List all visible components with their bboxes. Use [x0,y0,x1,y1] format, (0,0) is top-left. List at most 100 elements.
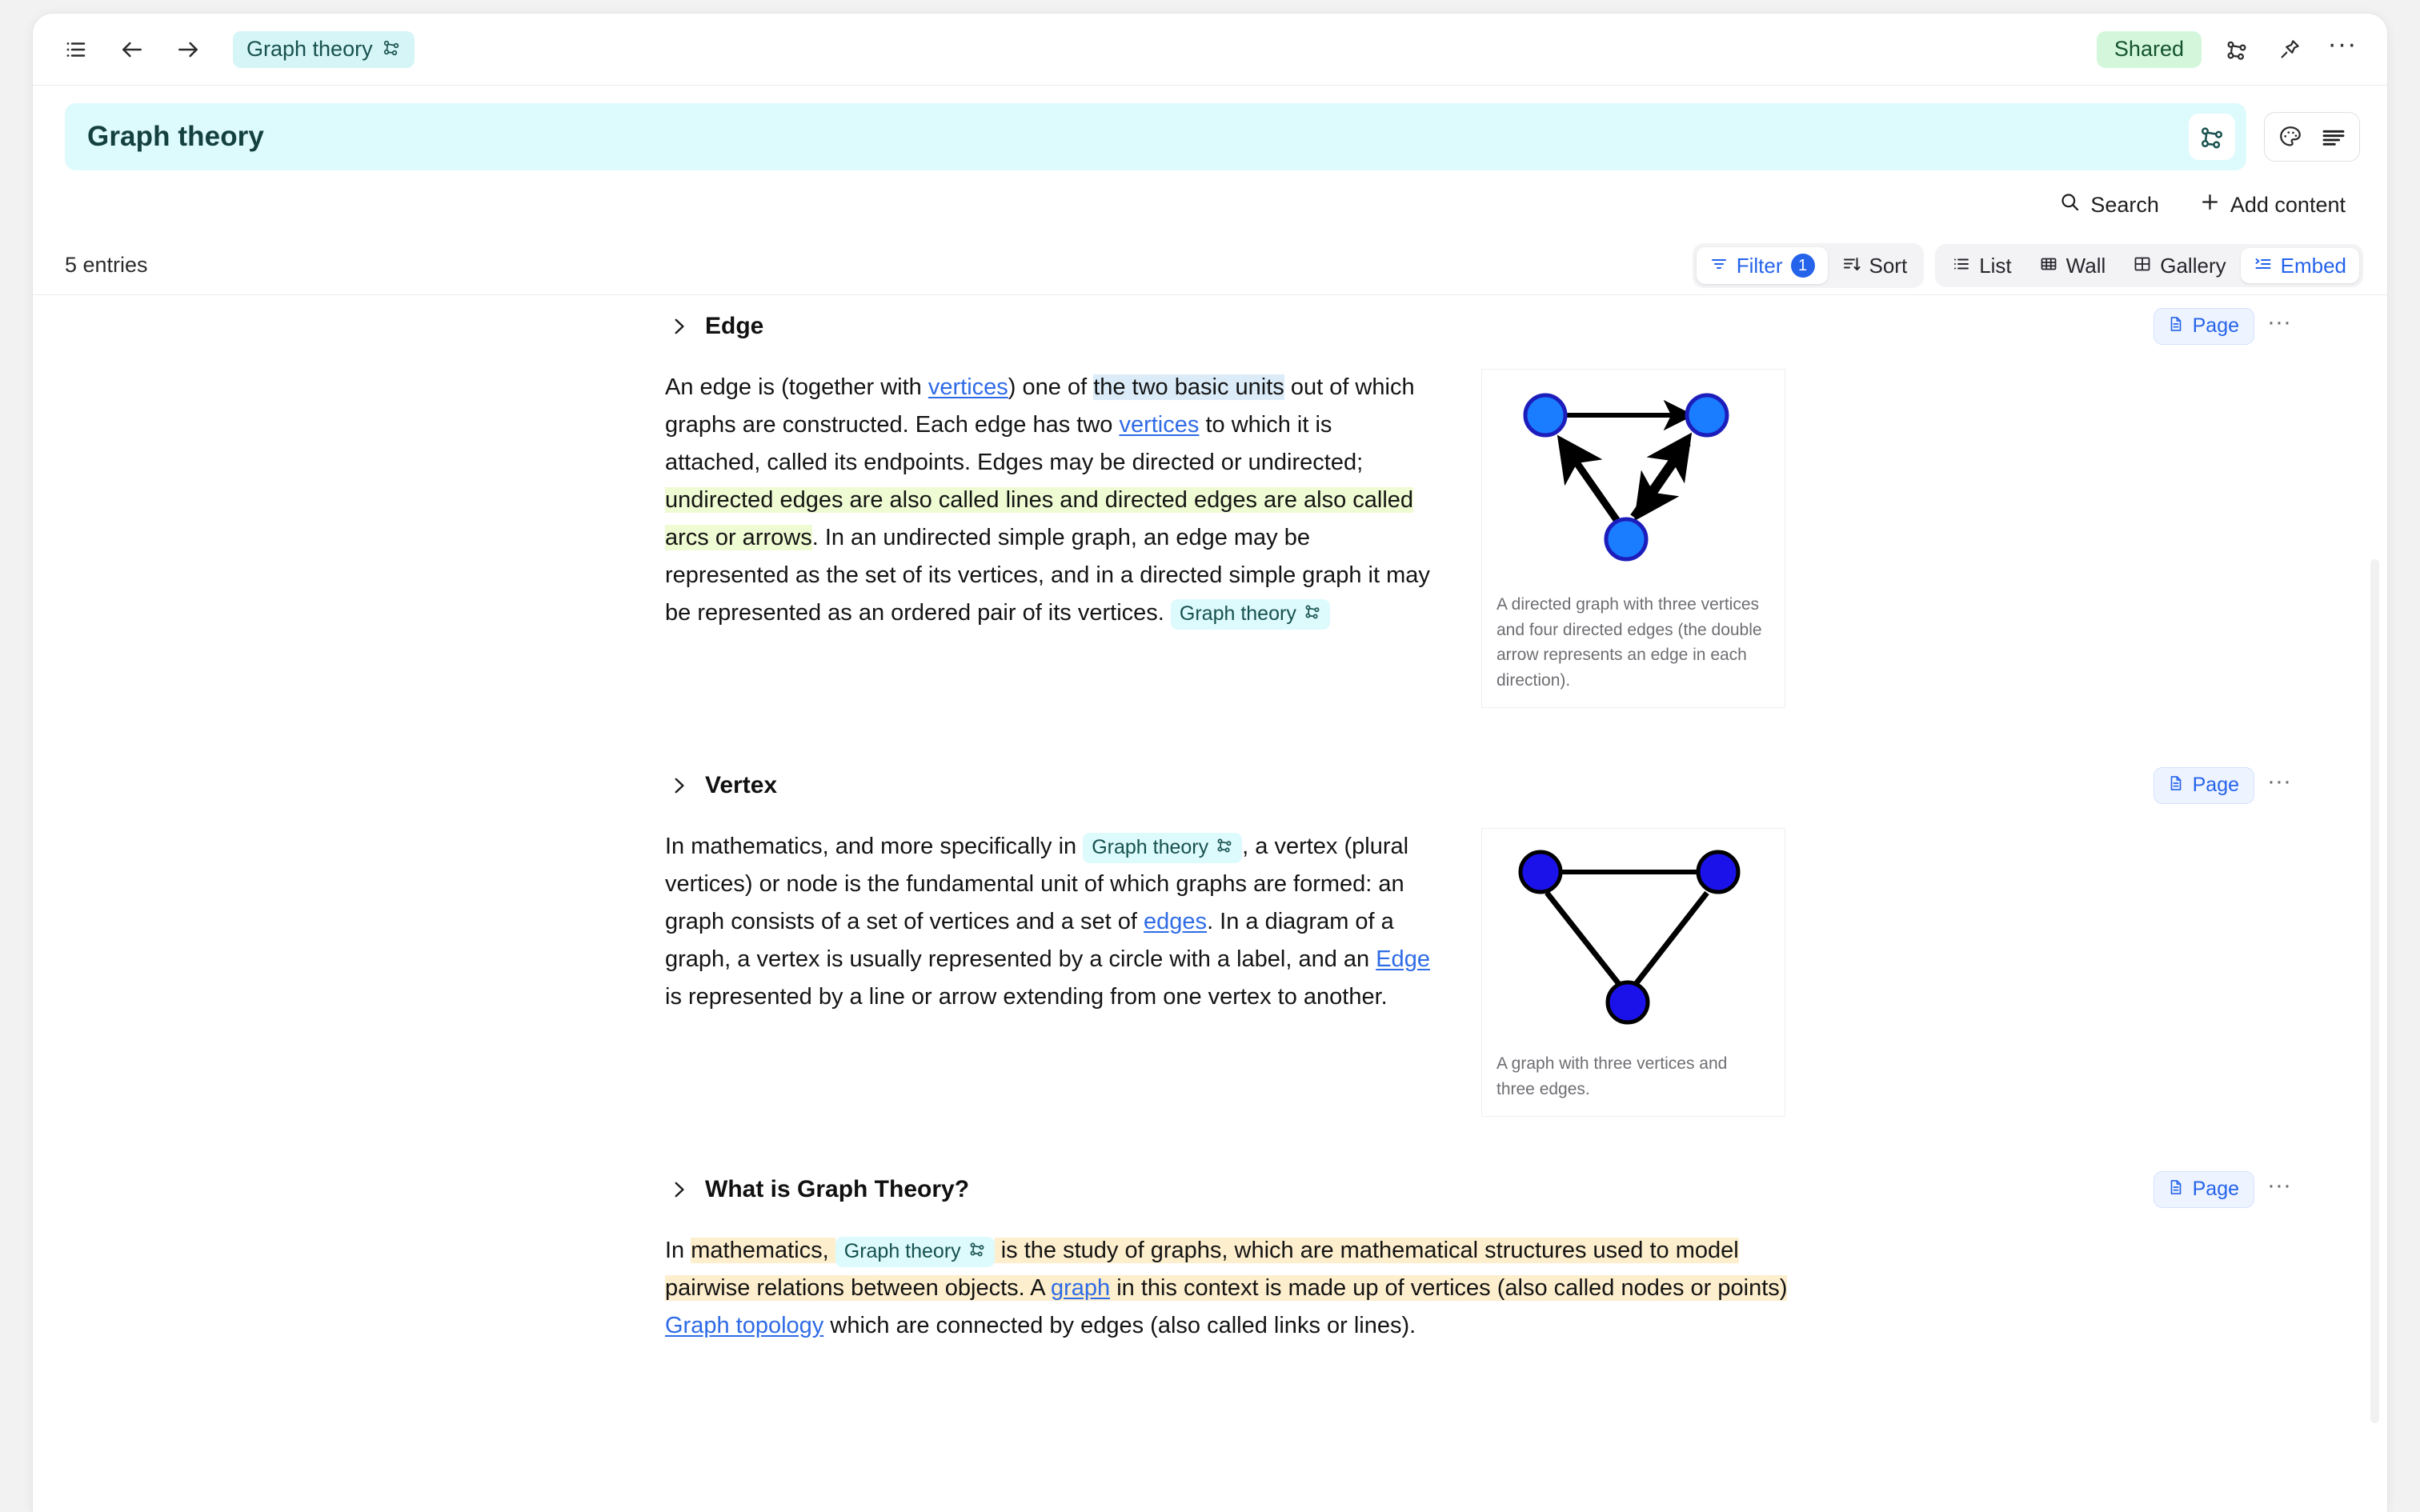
filter-count-badge: 1 [1790,253,1815,278]
inline-link[interactable]: edges [1144,909,1207,934]
view-mode-group: List Wall Gallery Embed [1935,243,2363,287]
text-highlight: mathematics, [691,1238,835,1263]
topbar-right-group: Shared ··· [2096,30,2360,68]
page-title: Graph theory [87,121,264,152]
text-run: ) one of [1008,374,1094,400]
page-type-badge[interactable]: Page [2153,767,2255,804]
entries-list[interactable]: Edge Page ··· An edge is (together with … [33,295,2387,1512]
entry-title[interactable]: Edge [705,313,763,340]
page-badge-label: Page [2192,314,2240,337]
entry-body: In mathematics, Graph theory is the stud… [665,1221,2291,1345]
graph-view-icon[interactable] [2219,32,2254,67]
text-run: In mathematics, and more specifically in [665,834,1084,859]
entry-body: In mathematics, and more specifically in… [665,817,2291,1117]
chevron-right-icon[interactable] [665,772,692,799]
inline-tag-graph-theory[interactable]: Graph theory [1170,598,1330,630]
embed-icon [2254,254,2273,277]
filter-button[interactable]: Filter 1 [1696,246,1828,284]
graph-node-icon [1216,835,1233,860]
graph-node-icon [382,38,401,61]
filter-label: Filter [1736,253,1783,278]
undirected-graph-illustration [1518,850,1741,1025]
entry-figure: A directed graph with three vertices and… [1481,369,1785,708]
document-icon [2167,774,2185,796]
entry-header: What is Graph Theory? Page ··· [665,1158,2291,1221]
inline-tag-graph-theory[interactable]: Graph theory [835,1237,995,1268]
action-row: Search Add content [33,170,2387,236]
entry-title[interactable]: Vertex [705,772,777,799]
header-graph-view-button[interactable] [2189,114,2235,160]
search-button[interactable]: Search [2053,186,2166,223]
text-run: In [665,1238,691,1263]
entry-text: In mathematics, and more specifically in… [665,828,1433,1117]
graph-node-icon [1304,602,1321,626]
chevron-right-icon[interactable] [665,1176,692,1203]
wall-icon [2039,254,2058,277]
sidebar-toggle-icon[interactable] [58,32,94,67]
entry-text: An edge is (together with vertices) one … [665,369,1433,708]
inline-tag-graph-theory[interactable]: Graph theory [1083,833,1243,864]
search-icon [2059,191,2081,218]
entry-more-menu[interactable]: ··· [2267,1174,2291,1198]
entry-title[interactable]: What is Graph Theory? [705,1176,969,1203]
toolbar-controls: Filter 1 Sort List Wall Gallery Embed [1692,242,2363,288]
page-badge-label: Page [2192,1178,2240,1200]
view-mode-gallery-label: Gallery [2160,253,2226,278]
search-label: Search [2090,192,2159,217]
list-icon [1952,254,1971,277]
filter-sort-group: Filter 1 Sort [1692,242,1925,288]
back-arrow-icon[interactable] [114,32,150,67]
entry-vertex: Vertex Page ··· In mathematics, and more… [33,754,2387,1117]
entry-more-menu[interactable]: ··· [2267,770,2291,794]
text-run: An edge is (together with [665,374,928,400]
entry-body: An edge is (together with vertices) one … [665,358,2291,708]
page-type-badge[interactable]: Page [2153,1171,2255,1208]
content-scrollbar[interactable] [2370,295,2381,1512]
add-content-label: Add content [2230,192,2346,217]
inline-link[interactable]: vertices [1119,412,1199,438]
inline-link[interactable]: graph [1051,1275,1110,1301]
view-mode-gallery[interactable]: Gallery [2120,248,2238,283]
chevron-right-icon[interactable] [665,313,692,340]
view-mode-list-label: List [1979,253,2012,278]
breadcrumb-label: Graph theory [246,36,373,61]
layout-lines-icon[interactable] [2313,117,2354,157]
sort-label: Sort [1869,253,1908,278]
gallery-icon [2133,254,2152,277]
filter-icon [1709,254,1729,277]
sort-button[interactable]: Sort [1829,248,1921,283]
add-content-button[interactable]: Add content [2193,186,2352,223]
pin-icon[interactable] [2272,32,2307,67]
entry-header: Edge Page ··· [665,295,2291,358]
entry-text: In mathematics, Graph theory is the stud… [665,1232,1801,1345]
view-mode-list[interactable]: List [1939,248,2024,283]
shared-status-badge[interactable]: Shared [2096,30,2202,68]
inline-tag-label: Graph theory [1179,602,1296,625]
app-window: Graph theory Shared ··· Graph theory Sea… [32,13,2388,1512]
view-mode-embed-label: Embed [2280,253,2346,278]
inline-tag-label: Graph theory [843,1240,961,1262]
view-mode-embed[interactable]: Embed [2240,247,2359,283]
graph-node-icon [968,1239,986,1264]
header-tool-group [2264,112,2360,162]
text-run: is represented by a line or arrow extend… [665,983,1388,1010]
text-highlight: the two basic units [1093,374,1284,400]
text-highlight: graph [1051,1274,1111,1301]
entry-what-is-graph-theory: What is Graph Theory? Page ··· In mathem… [33,1158,2387,1345]
forward-arrow-icon[interactable] [170,32,206,67]
topbar-more-menu[interactable]: ··· [2325,30,2360,67]
breadcrumb-graph-theory[interactable]: Graph theory [233,30,415,68]
topbar-left-group: Graph theory [58,30,415,68]
entries-count: 5 entries [65,253,148,277]
plus-icon [2199,191,2221,218]
sort-icon [1842,254,1861,277]
view-mode-wall[interactable]: Wall [2026,248,2119,283]
entry-more-menu[interactable]: ··· [2267,310,2291,335]
inline-link[interactable]: Graph topology [665,1313,823,1338]
page-type-badge[interactable]: Page [2153,308,2255,345]
inline-link[interactable]: Edge [1376,946,1430,972]
inline-link[interactable]: vertices [928,374,1008,400]
palette-icon[interactable] [2270,117,2311,157]
text-run: which are connected by edges (also calle… [823,1312,1416,1338]
scrollbar-thumb[interactable] [2370,559,2379,1423]
